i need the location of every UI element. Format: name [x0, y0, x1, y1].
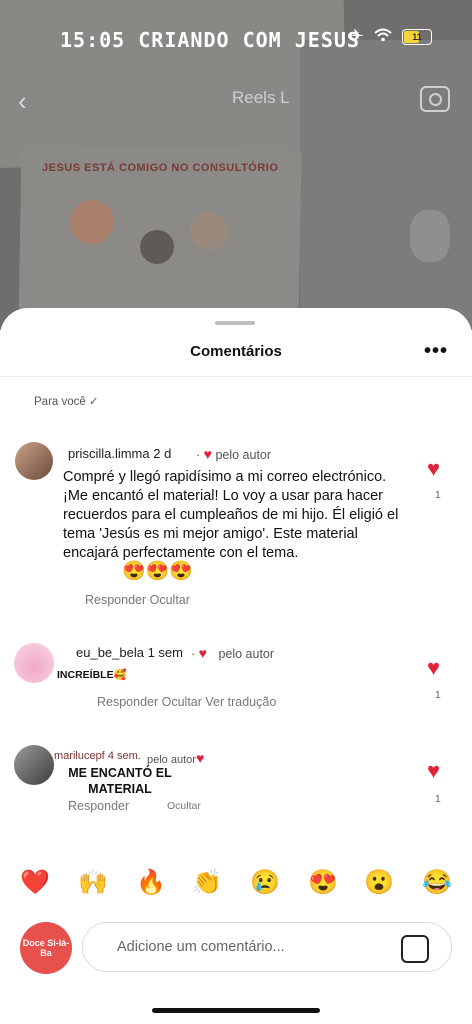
- airplane-icon: ✈: [348, 26, 364, 46]
- like-count: 1: [435, 489, 441, 501]
- liked-by-author: pelo autor♥: [147, 750, 205, 766]
- comment-actions[interactable]: Responder Ocultar: [85, 593, 190, 607]
- sticker-icon[interactable]: [401, 935, 429, 963]
- like-heart-icon[interactable]: ♥: [427, 758, 440, 784]
- back-icon[interactable]: ‹: [18, 86, 27, 117]
- background-paper: [0, 0, 347, 169]
- status-time: 15:05 CRIANDO COM JESUS: [60, 28, 360, 52]
- heart-icon: ♥: [195, 750, 205, 766]
- comment-actions[interactable]: Responder Ocultar Ver tradução: [97, 695, 276, 709]
- like-count: 1: [435, 793, 441, 805]
- comment-username[interactable]: eu_be_bela 1 sem: [76, 645, 183, 660]
- avatar[interactable]: [14, 745, 54, 785]
- sheet-title: Comentários: [190, 343, 282, 360]
- drag-handle[interactable]: [215, 321, 255, 325]
- reaction-crying-icon[interactable]: 😢: [250, 868, 280, 897]
- comment-username[interactable]: marilucepf 4 sem.: [54, 750, 141, 762]
- illustration-figure: [140, 230, 174, 264]
- comment-composer: Doce Si-lá-Ba Adicione um comentário...: [0, 912, 472, 992]
- hide-button[interactable]: Ocultar: [167, 800, 201, 812]
- illustration-figure: [410, 210, 450, 262]
- comment-text: ME ENCANTÓ EL MATERIAL: [68, 766, 172, 796]
- comment-username[interactable]: priscilla.limma 2 d: [68, 446, 171, 461]
- comment-input[interactable]: Adicione um comentário...: [82, 922, 452, 972]
- avatar[interactable]: [15, 442, 53, 480]
- background-paper: [300, 40, 472, 330]
- reaction-heart-eyes-icon[interactable]: 😍: [308, 868, 338, 897]
- quick-reactions-bar: ❤️ 🙌 🔥 👏 😢 😍 😮 😂: [0, 858, 472, 910]
- status-icons: ✈ 11: [349, 26, 432, 47]
- camera-icon[interactable]: [420, 86, 450, 112]
- reaction-raised-hands-icon[interactable]: 🙌: [78, 868, 108, 897]
- my-avatar: Doce Si-lá-Ba: [20, 922, 72, 974]
- avatar[interactable]: [14, 643, 54, 683]
- like-heart-icon[interactable]: ♥: [427, 456, 440, 482]
- reaction-surprised-icon[interactable]: 😮: [364, 868, 394, 897]
- like-heart-icon[interactable]: ♥: [427, 655, 440, 681]
- reels-title: Reels L: [232, 88, 290, 107]
- comment-filter[interactable]: Para você ✓: [34, 394, 99, 408]
- home-indicator: [152, 1008, 320, 1013]
- comment-placeholder: Adicione um comentário...: [117, 939, 285, 955]
- illustration-figure: [70, 200, 114, 244]
- comment-text: Compré y llegó rapidísimo a mi correo el…: [63, 469, 399, 561]
- reaction-laughing-icon[interactable]: 😂: [422, 868, 452, 897]
- reply-button[interactable]: Responder: [68, 799, 129, 813]
- battery-icon: 11: [402, 28, 432, 45]
- comment-text: INCREÍBLE🥰: [57, 669, 127, 681]
- more-options-icon[interactable]: •••: [424, 340, 448, 363]
- reaction-heart-icon[interactable]: ❤️: [20, 868, 50, 897]
- reaction-fire-icon[interactable]: 🔥: [136, 868, 166, 897]
- liked-by-author: · ♥ pelo autor: [196, 446, 272, 462]
- like-count: 1: [435, 689, 441, 701]
- background-art-title: JESUS ESTÁ COMIGO NO CONSULTÓRIO: [42, 162, 279, 174]
- liked-by-author: · ♥ pelo autor: [191, 645, 275, 661]
- reaction-clap-icon[interactable]: 👏: [192, 868, 222, 897]
- heart-icon: ♥: [203, 446, 212, 462]
- wifi-icon: [374, 26, 392, 47]
- heart-icon: ♥: [198, 645, 207, 661]
- divider: [0, 376, 472, 377]
- comment-emojis: 😍😍😍: [122, 561, 193, 582]
- illustration-figure: [190, 212, 228, 250]
